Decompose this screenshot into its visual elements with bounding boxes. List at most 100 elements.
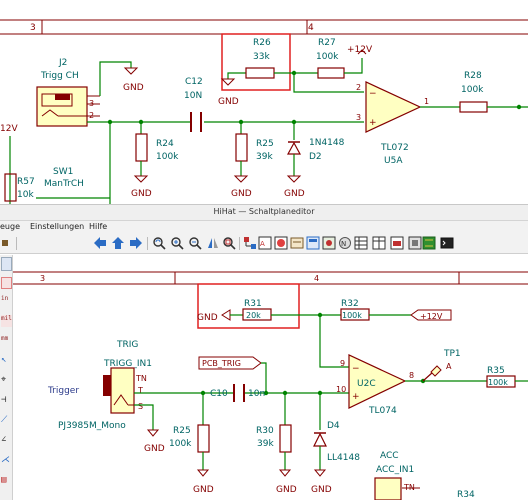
grid-toggle-icon[interactable] bbox=[1, 257, 12, 271]
svg-text:+12V: +12V bbox=[420, 312, 443, 321]
svg-text:Trigger: Trigger bbox=[47, 386, 79, 396]
svg-text:PJ3985M_Mono: PJ3985M_Mono bbox=[58, 421, 126, 431]
svg-text:4: 4 bbox=[314, 274, 319, 283]
j2-value: Trigg CH bbox=[40, 71, 79, 81]
svg-text:3: 3 bbox=[356, 113, 361, 122]
line-mode-icon[interactable]: ∠ bbox=[1, 435, 12, 447]
svg-text:C10: C10 bbox=[210, 389, 228, 399]
zoom-out-icon[interactable] bbox=[188, 236, 202, 250]
svg-text:N: N bbox=[341, 240, 346, 248]
svg-text:R27: R27 bbox=[318, 38, 336, 48]
r31-ref: R31 bbox=[244, 299, 262, 309]
main-toolbar: A N bbox=[0, 234, 528, 254]
top-schematic-canvas[interactable]: 3 4 J2 Trigg CH 3 2 GND C12 10N bbox=[0, 0, 528, 204]
symbol-browser-icon[interactable] bbox=[306, 236, 320, 250]
hierarchy-icon[interactable] bbox=[243, 236, 257, 250]
svg-text:100k: 100k bbox=[342, 311, 362, 320]
menu-item-tools[interactable]: euge bbox=[0, 222, 20, 231]
menu-item-preferences[interactable]: Einstellungen bbox=[30, 222, 84, 231]
pcb-editor-icon[interactable] bbox=[422, 236, 436, 250]
menu-bar: euge Einstellungen Hilfe bbox=[0, 221, 528, 234]
table-icon[interactable] bbox=[372, 236, 386, 250]
svg-text:100k: 100k bbox=[488, 378, 508, 387]
svg-text:−: − bbox=[352, 364, 360, 374]
svg-text:+: + bbox=[352, 392, 360, 402]
svg-text:PCB_TRIG: PCB_TRIG bbox=[202, 359, 241, 368]
svg-text:100k: 100k bbox=[156, 152, 179, 162]
wire-angle-icon[interactable]: ⟋ bbox=[1, 415, 12, 427]
svg-text:GND: GND bbox=[193, 485, 214, 495]
r26-value: 33k bbox=[253, 52, 270, 62]
svg-text:3: 3 bbox=[40, 274, 45, 283]
svg-text:TL072: TL072 bbox=[380, 143, 409, 153]
footprint-assign-icon[interactable] bbox=[322, 236, 336, 250]
svg-text:GND: GND bbox=[276, 485, 297, 495]
units-mil-button[interactable]: mil bbox=[1, 315, 12, 327]
svg-text:D2: D2 bbox=[309, 152, 322, 162]
svg-text:1N4148: 1N4148 bbox=[309, 138, 345, 148]
svg-text:T: T bbox=[137, 386, 143, 395]
svg-text:39k: 39k bbox=[256, 152, 273, 162]
svg-text:−: − bbox=[369, 89, 377, 99]
svg-text:100k: 100k bbox=[461, 85, 484, 95]
frame-col-3: 3 bbox=[30, 23, 36, 33]
hidden-pins-icon[interactable]: ⊣ bbox=[1, 395, 12, 407]
svg-text:GND: GND bbox=[144, 444, 165, 454]
properties-icon[interactable]: ▤ bbox=[1, 475, 12, 487]
svg-text:R25: R25 bbox=[173, 426, 191, 436]
c12-value: 10N bbox=[184, 91, 202, 101]
cursor-icon[interactable]: ↖ bbox=[1, 355, 12, 367]
crosshair-icon[interactable]: ⌖ bbox=[1, 375, 12, 387]
svg-text:GND: GND bbox=[231, 189, 252, 199]
units-mm-button[interactable]: mm bbox=[1, 335, 12, 347]
svg-text:+12V: +12V bbox=[347, 45, 373, 55]
symbol-editor-icon[interactable] bbox=[290, 236, 304, 250]
schematic-drawing: 3 4 GND 20k R31 100k R32 +12V PCB_TRIG T… bbox=[13, 271, 528, 500]
svg-text:TP1: TP1 bbox=[443, 349, 461, 359]
polar-icon[interactable] bbox=[1, 277, 12, 289]
svg-text:GND: GND bbox=[131, 189, 152, 199]
arrow-up-icon[interactable] bbox=[111, 236, 125, 250]
scripting-console-icon[interactable] bbox=[440, 236, 454, 250]
zoom-redraw-icon[interactable] bbox=[152, 236, 166, 250]
svg-text:10k: 10k bbox=[17, 190, 34, 200]
zoom-in-icon[interactable] bbox=[170, 236, 184, 250]
arrow-left-icon[interactable] bbox=[93, 236, 107, 250]
arrow-right-icon[interactable] bbox=[129, 236, 143, 250]
simulator-icon[interactable] bbox=[390, 236, 404, 250]
units-inch-button[interactable]: in bbox=[1, 295, 12, 307]
top-schematic-drawing: 3 4 J2 Trigg CH 3 2 GND C12 10N bbox=[0, 19, 528, 204]
schematic-editor-canvas[interactable]: 3 4 GND 20k R31 100k R32 +12V PCB_TRIG T… bbox=[13, 255, 528, 500]
frame-col-4: 4 bbox=[308, 23, 314, 33]
svg-text:U2C: U2C bbox=[357, 379, 376, 389]
netlist-icon[interactable]: N bbox=[338, 236, 352, 250]
partial-icon[interactable] bbox=[2, 236, 16, 250]
svg-text:R30: R30 bbox=[256, 426, 274, 436]
svg-text:R35: R35 bbox=[487, 366, 505, 376]
bom-icon[interactable] bbox=[354, 236, 368, 250]
svg-text:TL074: TL074 bbox=[368, 406, 397, 416]
svg-text:100k: 100k bbox=[316, 52, 339, 62]
svg-text:TN: TN bbox=[135, 374, 147, 383]
j2-ref: J2 bbox=[58, 58, 67, 68]
acc-jack[interactable] bbox=[374, 477, 402, 500]
svg-text:GND: GND bbox=[123, 83, 144, 93]
svg-text:100k: 100k bbox=[169, 439, 192, 449]
svg-text:1: 1 bbox=[424, 97, 429, 106]
svg-text:R24: R24 bbox=[156, 139, 174, 149]
update-pcb-icon[interactable] bbox=[408, 236, 422, 250]
svg-text:SW1: SW1 bbox=[53, 167, 73, 177]
r31-value: 20k bbox=[246, 311, 261, 320]
erc-icon[interactable] bbox=[274, 236, 288, 250]
r26-ref: R26 bbox=[253, 38, 271, 48]
zoom-fit-icon[interactable] bbox=[222, 236, 236, 250]
mirror-icon[interactable] bbox=[206, 236, 220, 250]
svg-text:GND: GND bbox=[197, 313, 218, 323]
menu-item-help[interactable]: Hilfe bbox=[89, 222, 107, 231]
svg-text:D4: D4 bbox=[327, 421, 340, 431]
trig-jack[interactable] bbox=[110, 367, 135, 414]
arbitrary-angle-icon[interactable]: ⋌ bbox=[1, 455, 12, 467]
annotate-icon[interactable]: A bbox=[258, 236, 272, 250]
window-titlebar[interactable]: HiHat — Schaltplaneditor bbox=[0, 204, 528, 221]
svg-text:U5A: U5A bbox=[384, 156, 403, 166]
